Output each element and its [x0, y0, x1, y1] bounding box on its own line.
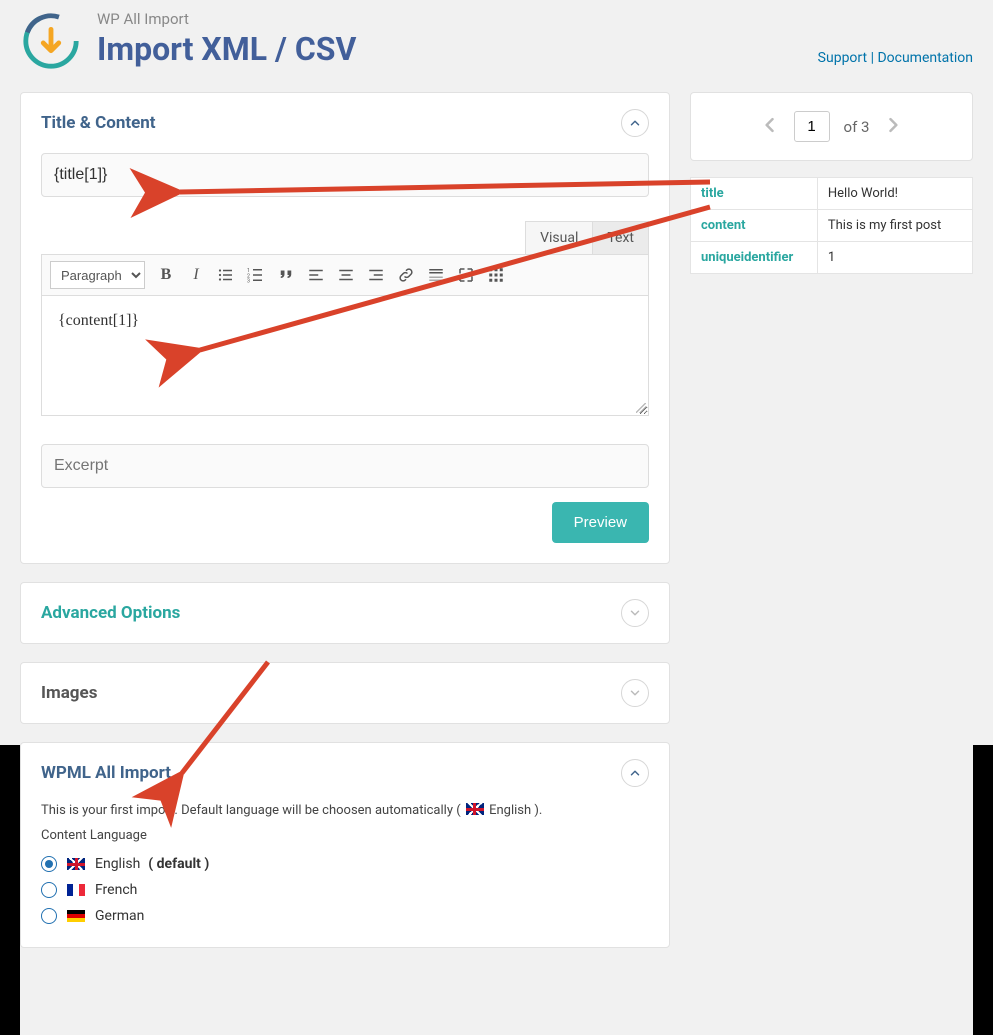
collapse-button[interactable] [621, 109, 649, 137]
record-value: This is my first post [817, 210, 972, 242]
chevron-up-icon [628, 116, 642, 130]
table-row[interactable]: uniqueidentifier1 [691, 242, 973, 274]
support-link[interactable]: Support [818, 50, 867, 66]
align-left-icon[interactable] [307, 266, 325, 284]
prev-record-button[interactable] [760, 115, 780, 139]
chevron-right-icon [883, 115, 903, 135]
italic-icon[interactable]: I [187, 266, 205, 284]
toolbar-toggle-icon[interactable] [487, 266, 505, 284]
panel-title: Advanced Options [41, 603, 621, 623]
editor-toolbar: Paragraph B I 123 [41, 254, 649, 296]
page-of-label: of 3 [844, 118, 870, 136]
table-row[interactable]: contentThis is my first post [691, 210, 973, 242]
documentation-link[interactable]: Documentation [877, 50, 973, 66]
content-editor[interactable]: {content[1]} [41, 296, 649, 416]
chevron-down-icon [628, 606, 642, 620]
format-select[interactable]: Paragraph [50, 261, 145, 289]
insert-more-icon[interactable] [427, 266, 445, 284]
chevron-up-icon [628, 766, 642, 780]
editor-tab-text[interactable]: Text [592, 221, 649, 254]
wpml-note: This is your first import. Default langu… [21, 803, 669, 828]
editor-tab-visual[interactable]: Visual [525, 221, 593, 254]
panel-title: Title & Content [41, 113, 621, 133]
flag-fr-icon [67, 884, 85, 896]
header-links: Support | Documentation [818, 50, 973, 72]
bullet-list-icon[interactable] [217, 266, 235, 284]
collapse-button[interactable] [621, 759, 649, 787]
wpai-logo-icon [20, 10, 82, 72]
fullscreen-icon[interactable] [457, 266, 475, 284]
panel-wpml-all-import: WPML All Import This is your first impor… [20, 742, 670, 948]
page-title: Import XML / CSV [97, 30, 803, 68]
record-key: uniqueidentifier [691, 242, 818, 274]
record-key: content [691, 210, 818, 242]
record-value: 1 [817, 242, 972, 274]
record-key: title [691, 178, 818, 210]
record-pager: of 3 [690, 92, 973, 161]
blockquote-icon[interactable] [277, 266, 295, 284]
bold-icon[interactable]: B [157, 266, 175, 284]
app-subtitle: WP All Import [97, 10, 803, 28]
language-label: French [95, 882, 137, 898]
page-header: WP All Import Import XML / CSV Support |… [20, 0, 973, 92]
align-center-icon[interactable] [337, 266, 355, 284]
record-preview-table: titleHello World!contentThis is my first… [690, 177, 973, 274]
radio-button[interactable] [41, 856, 57, 872]
next-record-button[interactable] [883, 115, 903, 139]
flag-de-icon [67, 910, 85, 922]
default-suffix: ( default ) [148, 856, 209, 872]
table-row[interactable]: titleHello World! [691, 178, 973, 210]
radio-button[interactable] [41, 882, 57, 898]
language-option[interactable]: German [41, 903, 649, 929]
language-option[interactable]: English ( default ) [41, 851, 649, 877]
record-value: Hello World! [817, 178, 972, 210]
chevron-left-icon [760, 115, 780, 135]
chevron-down-icon [628, 686, 642, 700]
page-number-input[interactable] [794, 111, 830, 142]
flag-uk-icon [466, 803, 484, 815]
language-option[interactable]: French [41, 877, 649, 903]
panel-advanced-options: Advanced Options [20, 582, 670, 644]
preview-button[interactable]: Preview [552, 502, 649, 543]
panel-title: Images [41, 683, 621, 703]
content-language-label: Content Language [41, 828, 649, 843]
excerpt-field[interactable] [41, 444, 649, 488]
panel-title: WPML All Import [41, 763, 621, 783]
title-field[interactable] [41, 153, 649, 197]
panel-title-content: Title & Content Visual Text Paragraph [20, 92, 670, 564]
language-label: English [95, 856, 140, 872]
language-label: German [95, 908, 144, 924]
link-icon[interactable] [397, 266, 415, 284]
dark-band-right [973, 745, 993, 1035]
align-right-icon[interactable] [367, 266, 385, 284]
svg-text:3: 3 [247, 279, 250, 285]
numbered-list-icon[interactable]: 123 [247, 266, 265, 284]
flag-uk-icon [67, 858, 85, 870]
radio-button[interactable] [41, 908, 57, 924]
expand-button[interactable] [621, 679, 649, 707]
panel-images: Images [20, 662, 670, 724]
expand-button[interactable] [621, 599, 649, 627]
dark-band-left [0, 745, 20, 1035]
